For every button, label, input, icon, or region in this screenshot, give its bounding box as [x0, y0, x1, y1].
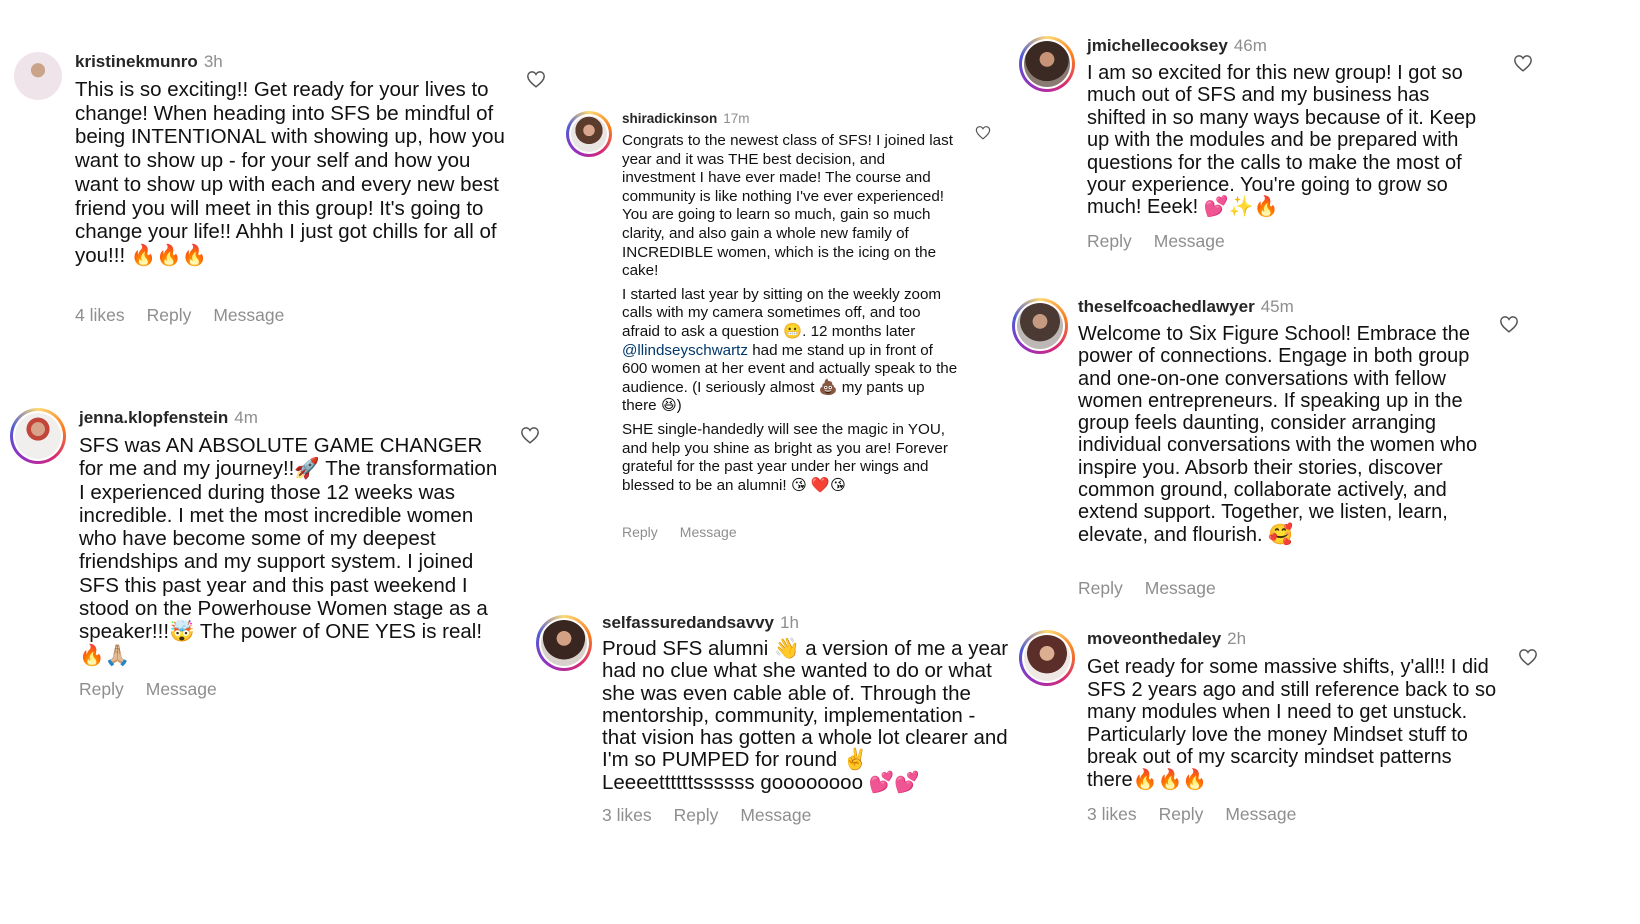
like-heart-icon[interactable] — [1518, 648, 1538, 666]
avatar[interactable] — [1019, 630, 1075, 686]
comment-actions: Reply Message — [79, 679, 239, 700]
message-button[interactable]: Message — [213, 305, 284, 325]
comment-text: Welcome to Six Figure School! Embrace th… — [1078, 323, 1478, 546]
reply-button[interactable]: Reply — [674, 805, 719, 825]
message-button[interactable]: Message — [1145, 578, 1216, 598]
comment-paragraph: Congrats to the newest class of SFS! I j… — [622, 132, 953, 280]
message-button[interactable]: Message — [740, 805, 811, 825]
reply-button[interactable]: Reply — [147, 305, 192, 325]
like-heart-icon[interactable] — [526, 70, 546, 88]
comment-text-part: I started last year by sitting on the we… — [622, 285, 942, 340]
like-heart-icon[interactable] — [975, 125, 991, 140]
comment-paragraph: I started last year by sitting on the we… — [622, 286, 962, 416]
username[interactable]: jmichellecooksey — [1087, 36, 1228, 55]
like-heart-icon[interactable] — [520, 426, 540, 444]
timestamp: 45m — [1260, 297, 1294, 316]
avatar[interactable] — [566, 111, 612, 157]
avatar[interactable] — [1019, 36, 1075, 92]
timestamp: 46m — [1233, 36, 1267, 55]
comment-header: kristinekmunro 3h — [75, 52, 223, 72]
timestamp: 17m — [723, 111, 750, 126]
comment-text: This is so exciting!! Get ready for your… — [75, 78, 505, 267]
avatar[interactable] — [536, 615, 592, 671]
comment-header: selfassuredandsavvy 1h — [602, 613, 799, 633]
comment-text: Congrats to the newest class of SFS! I j… — [622, 132, 962, 495]
timestamp: 1h — [780, 613, 799, 632]
comment-header: jmichellecooksey 46m — [1087, 36, 1267, 56]
likes-count[interactable]: 4 likes — [75, 305, 125, 325]
message-button[interactable]: Message — [146, 679, 217, 699]
likes-count[interactable]: 3 likes — [602, 805, 652, 825]
timestamp: 3h — [203, 52, 223, 71]
timestamp: 4m — [234, 408, 258, 427]
message-button[interactable]: Message — [1154, 231, 1225, 251]
comment-actions: Reply Message — [1087, 231, 1247, 252]
comment-header: jenna.klopfenstein 4m — [79, 408, 258, 428]
username[interactable]: selfassuredandsavvy — [602, 613, 774, 632]
comment-actions: Reply Message — [622, 524, 759, 540]
reply-button[interactable]: Reply — [622, 524, 658, 540]
reply-button[interactable]: Reply — [79, 679, 124, 699]
likes-count[interactable]: 3 likes — [1087, 804, 1137, 824]
comment-actions: 3 likes Reply Message — [602, 805, 833, 826]
mention-link[interactable]: @llindseyschwartz — [622, 342, 748, 359]
username[interactable]: theselfcoachedlawyer — [1078, 297, 1255, 316]
username[interactable]: jenna.klopfenstein — [79, 408, 228, 427]
like-heart-icon[interactable] — [1499, 315, 1519, 333]
comment-text: SFS was AN ABSOLUTE GAME CHANGER for me … — [79, 434, 498, 667]
comment-text: I am so excited for this new group! I go… — [1087, 62, 1477, 219]
comment-text: Get ready for some massive shifts, y'all… — [1087, 656, 1497, 791]
avatar[interactable] — [1012, 298, 1068, 354]
comment-header: shiradickinson 17m — [622, 111, 750, 126]
avatar[interactable] — [10, 408, 66, 464]
comment-header: moveonthedaley 2h — [1087, 629, 1246, 649]
username[interactable]: kristinekmunro — [75, 52, 198, 71]
like-heart-icon[interactable] — [1513, 54, 1533, 72]
reply-button[interactable]: Reply — [1087, 231, 1132, 251]
comment-paragraph: SHE single-handedly will see the magic i… — [622, 420, 948, 494]
comment-actions: 4 likes Reply Message — [75, 305, 306, 326]
reply-button[interactable]: Reply — [1159, 804, 1204, 824]
comment-actions: Reply Message — [1078, 578, 1238, 599]
avatar[interactable] — [14, 52, 62, 100]
username[interactable]: moveonthedaley — [1087, 629, 1221, 648]
comment-header: theselfcoachedlawyer 45m — [1078, 297, 1294, 317]
comment-actions: 3 likes Reply Message — [1087, 804, 1318, 825]
reply-button[interactable]: Reply — [1078, 578, 1123, 598]
message-button[interactable]: Message — [680, 524, 737, 540]
timestamp: 2h — [1227, 629, 1247, 648]
username[interactable]: shiradickinson — [622, 111, 717, 126]
comment-text: Proud SFS alumni 👋 a version of me a yea… — [602, 637, 1009, 794]
message-button[interactable]: Message — [1225, 804, 1296, 824]
